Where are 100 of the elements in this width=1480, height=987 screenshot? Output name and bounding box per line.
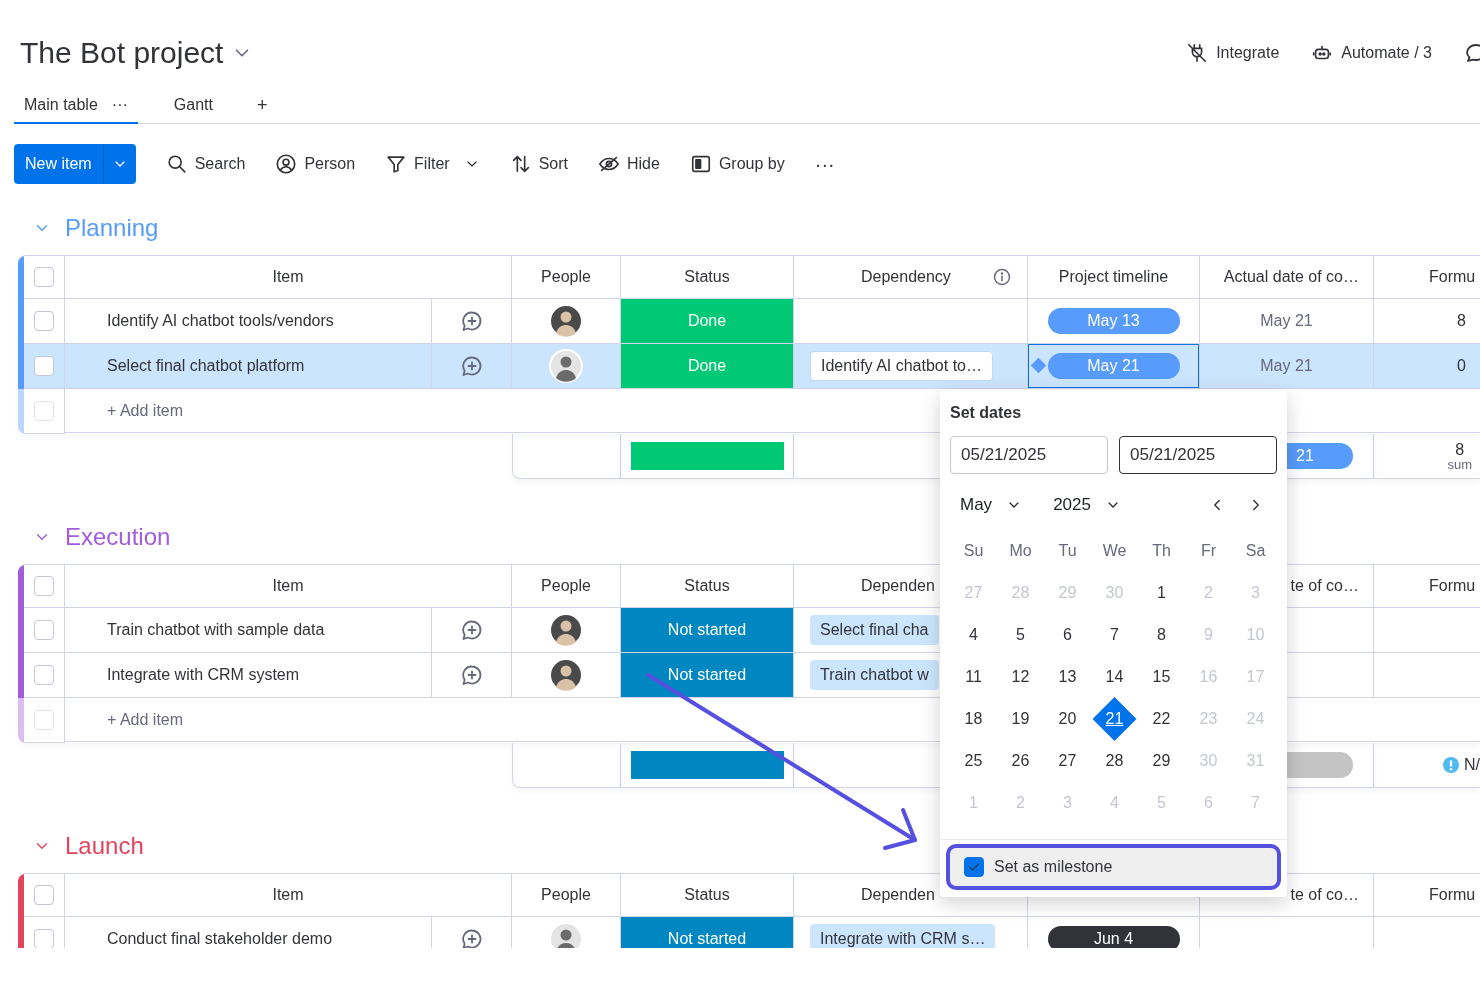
calendar-day[interactable]: 12 (998, 665, 1043, 689)
timeline-pill[interactable]: Jun 4 (1047, 926, 1180, 948)
status-label[interactable]: Not started (621, 653, 794, 698)
item-name: Integrate with CRM system (107, 665, 300, 685)
calendar-day[interactable]: 29 (1139, 749, 1184, 773)
group-title: Planning (65, 216, 159, 240)
weekday-label: Mo (1009, 541, 1032, 561)
column-header: Project timeline (1058, 267, 1169, 287)
item-name: Train chatbot with sample data (107, 620, 325, 640)
column-header: Formu (1429, 576, 1476, 596)
date-text: May 21 (1260, 311, 1313, 331)
table-row[interactable]: Identify AI chatbot tools/vendors Done May 13 May 21 8 (18, 299, 1480, 344)
hide-button[interactable]: Hide (598, 152, 660, 176)
search-button[interactable]: Search (165, 152, 246, 176)
calendar-day[interactable]: 6 (1045, 623, 1090, 647)
calendar-day[interactable]: 8 (1139, 623, 1184, 647)
column-header: People (541, 885, 591, 905)
add-item-button[interactable]: + Add item (107, 707, 184, 732)
column-header: Dependency (861, 267, 951, 287)
dependency-chip[interactable]: Integrate with CRM s… (810, 924, 996, 948)
weekday-label: Fr (1200, 541, 1217, 561)
more-button[interactable]: ··· (814, 149, 835, 179)
group-title: Launch (65, 834, 144, 858)
status-label[interactable]: Not started (621, 608, 794, 653)
column-header: People (541, 576, 591, 596)
table-row[interactable]: Select final chatbot platform Done Identify AI chatbot to… May 21 May 21 0 (18, 344, 1480, 389)
checkbox[interactable] (34, 885, 54, 905)
dropdown-button[interactable] (102, 144, 136, 184)
weekday-label: Sa (1245, 541, 1266, 561)
checkbox[interactable] (34, 576, 54, 596)
add-comment-icon[interactable] (459, 618, 484, 642)
checkbox[interactable] (34, 929, 54, 948)
new-item-button[interactable]: New item (14, 144, 103, 184)
calendar-day[interactable]: 13 (1045, 665, 1090, 689)
calendar-day[interactable]: 27 (1045, 749, 1090, 773)
column-header: Actual date of co… (1223, 267, 1359, 287)
calendar-day[interactable]: 19 (998, 707, 1043, 731)
checkbox[interactable] (34, 356, 54, 376)
milestone-option[interactable]: Set as milestone (946, 844, 1281, 890)
view-tab[interactable]: Main table ··· (14, 87, 138, 124)
calendar-day[interactable]: 28 (1092, 749, 1137, 773)
person-button[interactable]: Person (275, 152, 356, 176)
date-field[interactable]: 05/21/2025 (1119, 436, 1277, 474)
add-comment-icon[interactable] (459, 927, 484, 948)
calendar-day[interactable]: 22 (1139, 707, 1184, 731)
column-header: Dependen (861, 576, 935, 596)
dependency-chip[interactable]: Train chatbot w (810, 660, 939, 690)
calendar-day[interactable]: 14 (1092, 665, 1137, 689)
calendar-day[interactable]: 11 (951, 665, 996, 689)
weekday-label: We (1102, 541, 1127, 561)
add-comment-icon[interactable] (459, 663, 484, 687)
checkbox[interactable] (34, 311, 54, 331)
weekday-label: Tu (1058, 541, 1077, 561)
popup-title: Set dates (950, 403, 1023, 423)
checkbox[interactable] (34, 267, 54, 287)
filter-button[interactable]: Filter (385, 152, 450, 176)
add-item-button[interactable]: + Add item (107, 398, 184, 423)
dependency-chip[interactable]: Identify AI chatbot to… (810, 351, 993, 381)
calendar-day[interactable]: 4 (951, 623, 996, 647)
formula-value: 8 (1457, 311, 1466, 331)
calendar-day[interactable]: 18 (951, 707, 996, 731)
calendar-day[interactable]: 21 (1092, 697, 1137, 741)
column-header: People (541, 267, 591, 287)
calendar-day[interactable]: 20 (1045, 707, 1090, 731)
calendar-day[interactable]: 15 (1139, 665, 1184, 689)
automate-button[interactable]: Automate / 3 (1311, 40, 1432, 65)
add-comment-icon[interactable] (459, 354, 484, 378)
month-dropdown[interactable]: May (960, 492, 1023, 518)
group-button[interactable]: Group by (689, 152, 785, 176)
layout-icon (689, 153, 712, 175)
column-header: te of co… (1290, 576, 1359, 596)
calendar-day[interactable]: 25 (951, 749, 996, 773)
status-label[interactable]: Not started (621, 917, 794, 948)
dependency-chip[interactable]: Select final cha (810, 615, 939, 645)
integrate-button[interactable]: Integrate (1186, 40, 1280, 65)
sort-button[interactable]: Sort (509, 152, 568, 176)
table-row[interactable]: Conduct final stakeholder demo Not started Integrate with CRM s… Jun 4 (18, 917, 1480, 948)
view-tab[interactable]: Gantt (163, 87, 223, 124)
weekday-label: Th (1152, 541, 1171, 561)
date-field[interactable]: 05/21/2025 (950, 436, 1108, 474)
checkbox[interactable] (34, 620, 54, 640)
calendar-day[interactable]: 7 (1092, 623, 1137, 647)
calendar-day[interactable]: 5 (998, 623, 1043, 647)
column-header: Item (272, 885, 304, 905)
weekday-label: Su (963, 541, 984, 561)
calendar-day[interactable]: 1 (1139, 581, 1184, 605)
add-comment-icon[interactable] (459, 309, 484, 333)
item-name: Identify AI chatbot tools/vendors (107, 311, 334, 331)
checkbox[interactable] (34, 665, 54, 685)
more-button[interactable]: ··· (111, 92, 128, 117)
add-view-button[interactable]: + (256, 91, 268, 119)
checkbox[interactable] (964, 857, 984, 877)
column-header: Formu (1429, 267, 1476, 287)
checkbox-label: Set as milestone (994, 857, 1113, 877)
year-dropdown[interactable]: 2025 (1053, 492, 1121, 518)
date-range-pill: 21 (1287, 443, 1353, 469)
board-title: The Bot project (20, 37, 224, 68)
formula-value: 0 (1457, 356, 1466, 376)
column-header: Status (684, 267, 730, 287)
calendar-day[interactable]: 26 (998, 749, 1043, 773)
